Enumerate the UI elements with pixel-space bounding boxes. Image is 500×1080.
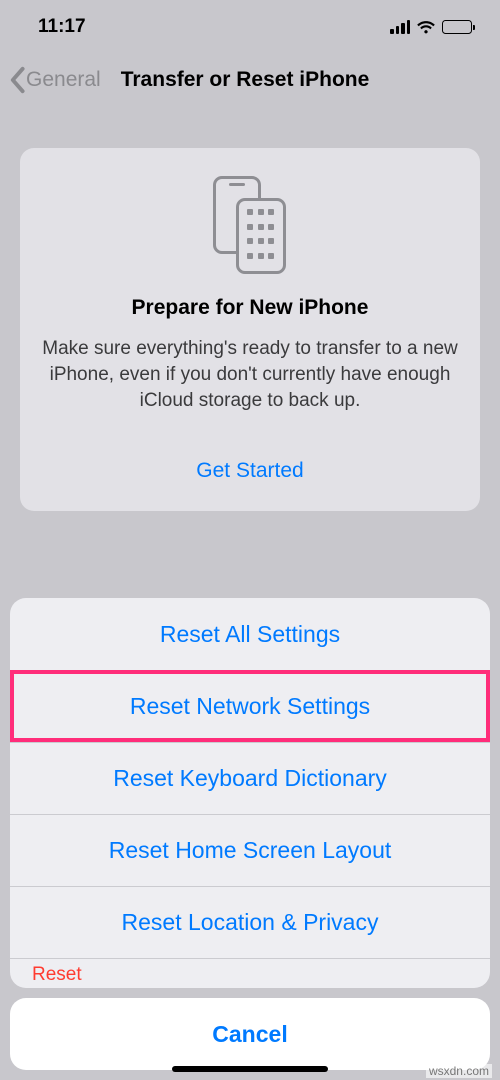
back-button[interactable]: General [8,66,101,94]
back-label: General [26,68,101,92]
reset-home-screen-layout-button[interactable]: Reset Home Screen Layout [10,814,490,886]
chevron-left-icon [8,66,26,94]
get-started-link[interactable]: Get Started [38,459,462,483]
cellular-icon [390,20,410,34]
status-indicators [390,19,472,35]
reset-network-settings-button[interactable]: Reset Network Settings [10,670,490,742]
reset-keyboard-dictionary-button[interactable]: Reset Keyboard Dictionary [10,742,490,814]
device-transfer-icon [38,176,462,274]
status-bar: 11:17 [0,0,500,54]
content: Prepare for New iPhone Make sure everyth… [0,106,500,511]
navigation-bar: General Transfer or Reset iPhone [0,54,500,106]
action-sheet-overlay: Reset All Settings Reset Network Setting… [0,598,500,1080]
page-title: Transfer or Reset iPhone [121,68,370,92]
prepare-description: Make sure everything's ready to transfer… [38,336,462,415]
reset-all-settings-button[interactable]: Reset All Settings [10,598,490,670]
status-time: 11:17 [38,16,86,38]
cancel-button[interactable]: Cancel [10,998,490,1070]
battery-icon [442,20,472,34]
prepare-card: Prepare for New iPhone Make sure everyth… [20,148,480,511]
home-indicator[interactable] [172,1066,328,1072]
reset-row-peek[interactable]: Reset [10,958,490,988]
prepare-title: Prepare for New iPhone [38,296,462,320]
reset-location-privacy-button[interactable]: Reset Location & Privacy [10,886,490,958]
watermark: wsxdn.com [426,1064,492,1078]
reset-action-sheet: Reset All Settings Reset Network Setting… [10,598,490,988]
wifi-icon [416,19,436,35]
